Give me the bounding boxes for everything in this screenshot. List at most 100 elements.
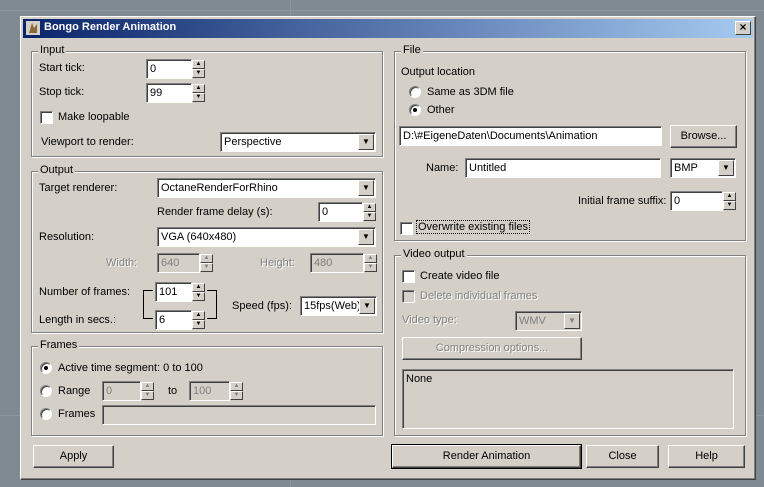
name-label: Name: xyxy=(426,162,459,174)
create-video-checkbox[interactable] xyxy=(402,270,415,283)
stop-tick-spinner[interactable]: ▲ ▼ xyxy=(192,84,205,102)
range-from-input[interactable]: 0 xyxy=(102,381,141,401)
video-type-value: WMV xyxy=(519,315,546,327)
chevron-down-icon[interactable]: ▼ xyxy=(358,180,374,196)
viewport-label: Viewport to render: xyxy=(41,136,134,148)
video-output-legend: Video output xyxy=(401,248,467,260)
spin-up-icon[interactable]: ▲ xyxy=(141,382,154,391)
file-format-value: BMP xyxy=(674,162,698,174)
target-renderer-select[interactable]: OctaneRenderForRhino ▼ xyxy=(157,178,376,198)
spin-up-icon[interactable]: ▲ xyxy=(192,84,205,93)
start-tick-spinner[interactable]: ▲ ▼ xyxy=(192,60,205,78)
initial-frame-suffix-spinner[interactable]: ▲ ▼ xyxy=(723,192,736,210)
range-from-spinner[interactable]: ▲ ▼ xyxy=(141,382,154,400)
range-to-input[interactable]: 100 xyxy=(189,381,230,401)
spin-down-icon[interactable]: ▼ xyxy=(192,93,205,102)
browse-button[interactable]: Browse... xyxy=(670,125,737,148)
other-location-label[interactable]: Other xyxy=(427,104,455,116)
make-loopable-checkbox[interactable] xyxy=(40,111,53,124)
spin-down-icon[interactable]: ▼ xyxy=(230,391,243,400)
spin-up-icon[interactable]: ▲ xyxy=(230,382,243,391)
spin-up-icon[interactable]: ▲ xyxy=(200,254,213,263)
range-to-spinner[interactable]: ▲ ▼ xyxy=(230,382,243,400)
frames-legend: Frames xyxy=(38,339,80,351)
number-of-frames-input[interactable]: 101 xyxy=(155,282,192,302)
range-label[interactable]: Range xyxy=(58,385,90,397)
spin-down-icon[interactable]: ▼ xyxy=(192,320,205,329)
height-spinner[interactable]: ▲ ▼ xyxy=(364,254,377,272)
overwrite-checkbox[interactable] xyxy=(400,222,413,235)
video-type-select[interactable]: WMV ▼ xyxy=(515,311,582,331)
title-bar[interactable]: Bongo Render Animation × xyxy=(23,19,753,38)
render-delay-input[interactable]: 0 xyxy=(318,202,363,222)
height-label: Height: xyxy=(260,257,295,269)
spin-down-icon[interactable]: ▼ xyxy=(192,292,205,301)
apply-button[interactable]: Apply xyxy=(33,445,114,468)
chevron-down-icon[interactable]: ▼ xyxy=(359,298,375,314)
spin-up-icon[interactable]: ▲ xyxy=(364,254,377,263)
length-spinner[interactable]: ▲ ▼ xyxy=(192,311,205,329)
input-group: Input Start tick: 0 ▲ ▼ Stop tick: 99 ▲ … xyxy=(31,44,383,157)
delete-frames-checkbox[interactable] xyxy=(402,290,415,303)
start-tick-input[interactable]: 0 xyxy=(146,59,192,79)
spin-down-icon[interactable]: ▼ xyxy=(200,263,213,272)
spin-down-icon[interactable]: ▼ xyxy=(723,201,736,210)
close-button[interactable]: Close xyxy=(586,445,659,468)
render-animation-button[interactable]: Render Animation xyxy=(391,444,582,469)
file-name-input[interactable]: Untitled xyxy=(465,158,661,178)
help-button[interactable]: Help xyxy=(668,445,745,468)
delete-frames-label[interactable]: Delete individual frames xyxy=(420,290,537,302)
video-output-group: Video output Create video file Delete in… xyxy=(394,248,746,436)
output-path-input[interactable]: D:\#EigeneDaten\Documents\Animation xyxy=(399,126,662,146)
link-bracket-left xyxy=(143,290,153,319)
chevron-down-icon[interactable]: ▼ xyxy=(718,160,734,176)
start-tick-label: Start tick: xyxy=(39,62,85,74)
same-as-3dm-label[interactable]: Same as 3DM file xyxy=(427,86,514,98)
spin-down-icon[interactable]: ▼ xyxy=(363,212,376,221)
width-label: Width: xyxy=(106,257,138,269)
spin-up-icon[interactable]: ▲ xyxy=(192,60,205,69)
length-input[interactable]: 6 xyxy=(155,310,192,330)
frames-input[interactable] xyxy=(102,405,376,425)
resolution-select[interactable]: VGA (640x480) ▼ xyxy=(157,227,376,247)
stop-tick-label: Stop tick: xyxy=(39,86,85,98)
spin-up-icon[interactable]: ▲ xyxy=(723,192,736,201)
stop-tick-input[interactable]: 99 xyxy=(146,83,192,103)
close-icon[interactable]: × xyxy=(735,21,751,35)
make-loopable-label[interactable]: Make loopable xyxy=(58,111,130,123)
frames-spinner[interactable]: ▲ ▼ xyxy=(192,283,205,301)
chevron-down-icon[interactable]: ▼ xyxy=(358,134,374,150)
overwrite-label[interactable]: Overwrite existing files xyxy=(415,220,531,234)
same-as-3dm-radio[interactable] xyxy=(409,86,421,98)
chevron-down-icon[interactable]: ▼ xyxy=(564,313,580,329)
number-of-frames-label: Number of frames: xyxy=(39,286,131,298)
range-to-label: to xyxy=(168,385,178,397)
frames-radio-label[interactable]: Frames xyxy=(58,408,95,420)
width-spinner[interactable]: ▲ ▼ xyxy=(200,254,213,272)
height-input[interactable]: 480 xyxy=(310,253,364,273)
render-delay-spinner[interactable]: ▲ ▼ xyxy=(363,203,376,221)
spin-down-icon[interactable]: ▼ xyxy=(364,263,377,272)
file-format-select[interactable]: BMP ▼ xyxy=(670,158,736,178)
spin-down-icon[interactable]: ▼ xyxy=(141,391,154,400)
active-time-segment-label[interactable]: Active time segment: 0 to 100 xyxy=(58,362,203,374)
compression-options-button[interactable]: Compression options... xyxy=(402,337,582,360)
spin-down-icon[interactable]: ▼ xyxy=(192,69,205,78)
width-input[interactable]: 640 xyxy=(157,253,200,273)
spin-up-icon[interactable]: ▲ xyxy=(192,283,205,292)
file-legend: File xyxy=(401,44,423,56)
spin-up-icon[interactable]: ▲ xyxy=(192,311,205,320)
spin-up-icon[interactable]: ▲ xyxy=(363,203,376,212)
resolution-value: VGA (640x480) xyxy=(161,231,237,243)
viewport-select[interactable]: Perspective ▼ xyxy=(220,132,376,152)
speed-select[interactable]: 15fps(Web) ▼ xyxy=(300,296,377,316)
speed-label: Speed (fps): xyxy=(232,300,292,312)
range-radio[interactable] xyxy=(40,385,52,397)
create-video-label[interactable]: Create video file xyxy=(420,270,500,282)
initial-frame-suffix-input[interactable]: 0 xyxy=(670,191,723,211)
frames-radio[interactable] xyxy=(40,408,52,420)
other-location-radio[interactable] xyxy=(409,104,421,116)
active-time-segment-radio[interactable] xyxy=(40,362,52,374)
chevron-down-icon[interactable]: ▼ xyxy=(358,229,374,245)
render-delay-label: Render frame delay (s): xyxy=(157,206,273,218)
